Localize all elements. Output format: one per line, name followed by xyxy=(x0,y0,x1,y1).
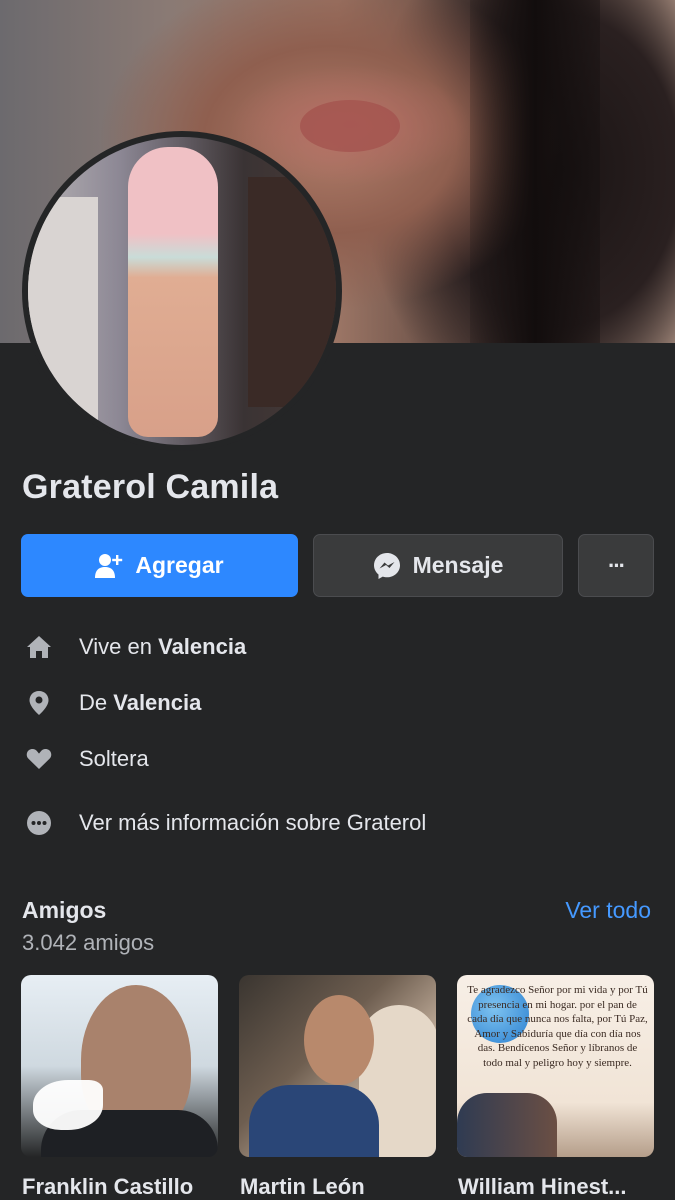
profile-page: Graterol Camila Agregar Mensaje ··· Vive… xyxy=(0,0,675,1200)
friend-name[interactable]: William Hinest... xyxy=(458,1174,658,1200)
add-friend-button[interactable]: Agregar xyxy=(21,534,298,597)
friend-card-photo[interactable] xyxy=(239,975,436,1157)
avatar-detail xyxy=(28,197,98,445)
friend-card-prayer-text: Te agradezco Señor por mi vida y por Tú … xyxy=(467,984,648,1069)
info-see-more[interactable]: Ver más información sobre Graterol xyxy=(0,808,675,838)
friend-card-photo[interactable]: Te agradezco Señor por mi vida y por Tú … xyxy=(457,975,654,1157)
cover-photo-detail xyxy=(470,0,600,343)
avatar-detail xyxy=(248,177,336,407)
info-see-more-text: Ver más información sobre Graterol xyxy=(79,810,427,835)
profile-picture[interactable] xyxy=(22,131,342,451)
friend-name[interactable]: Franklin Castillo xyxy=(22,1174,222,1200)
friend-name[interactable]: Martin León xyxy=(240,1174,440,1200)
info-lives-prefix: Vive en xyxy=(79,634,159,659)
friends-see-all-link[interactable]: Ver todo xyxy=(565,897,651,924)
profile-name: Graterol Camila xyxy=(22,468,279,506)
heart-icon xyxy=(26,746,52,772)
home-icon xyxy=(26,634,52,660)
info-relationship-text: Soltera xyxy=(79,746,149,771)
info-relationship: Soltera xyxy=(0,744,675,774)
info-from-text: De Valencia xyxy=(79,690,201,716)
info-lives-in: Vive en Valencia xyxy=(0,632,675,662)
info-lives-in-text: Vive en Valencia xyxy=(79,634,246,660)
friends-section-title: Amigos xyxy=(22,897,107,923)
friends-count: 3.042 amigos xyxy=(22,930,155,955)
info-from-city[interactable]: Valencia xyxy=(113,690,201,715)
location-pin-icon xyxy=(26,690,52,716)
add-friend-icon xyxy=(95,553,123,579)
info-from-prefix: De xyxy=(79,690,114,715)
friend-photo-detail xyxy=(457,1093,557,1157)
more-options-label: ··· xyxy=(608,552,626,578)
message-label: Mensaje xyxy=(412,552,504,578)
cover-photo-detail xyxy=(300,100,400,152)
dove-image xyxy=(33,1080,103,1130)
more-options-button[interactable]: ··· xyxy=(578,534,654,597)
info-lives-city[interactable]: Valencia xyxy=(158,634,246,659)
friend-photo-detail xyxy=(304,995,374,1085)
friend-photo-detail xyxy=(249,1085,379,1157)
avatar-detail xyxy=(128,147,218,437)
avatar xyxy=(28,137,336,445)
messenger-icon xyxy=(373,552,401,580)
message-button[interactable]: Mensaje xyxy=(313,534,563,597)
more-dots-icon xyxy=(26,810,52,836)
add-friend-label: Agregar xyxy=(135,552,224,578)
info-from: De Valencia xyxy=(0,688,675,718)
friend-card-photo[interactable] xyxy=(21,975,218,1157)
